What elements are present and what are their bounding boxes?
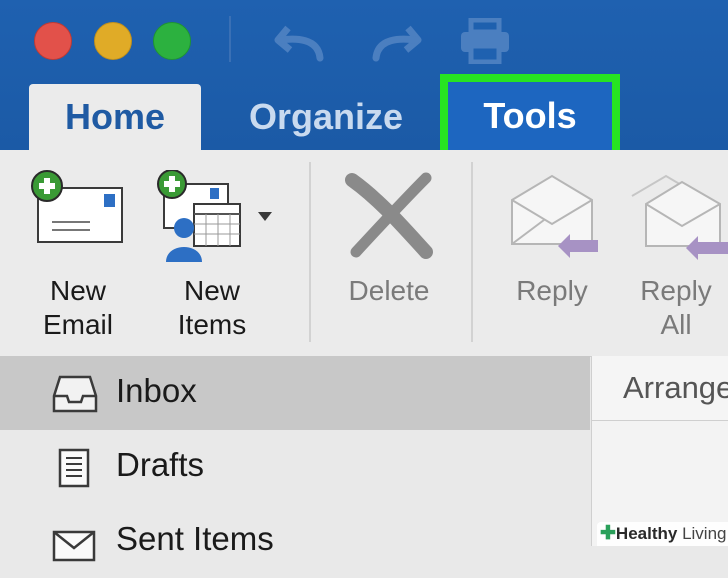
folder-drafts[interactable]: Drafts [0,430,590,504]
message-list: Arrange By [591,356,728,546]
new-email-label-line1: New [49,275,106,306]
sent-items-icon [52,530,96,562]
folder-sent-items-label: Sent Items [116,520,274,557]
arrange-by-label: Arrange By [623,370,728,405]
delete-button[interactable]: Delete [330,170,448,350]
cross-icon: ✚ [600,523,616,544]
new-email-icon [31,170,123,243]
new-items-dropdown-icon [258,212,272,221]
inbox-icon [52,375,98,413]
delete-icon [345,172,433,259]
tab-home[interactable]: Home [29,84,201,150]
print-icon[interactable] [458,18,512,64]
redo-icon[interactable] [368,20,422,64]
new-email-label-line2: Email [42,309,113,340]
close-window-button[interactable] [34,22,72,60]
folder-inbox[interactable]: Inbox [0,356,590,430]
folder-drafts-label: Drafts [116,446,205,483]
reply-all-label-line2: All [660,309,692,340]
ribbon-separator [471,162,473,342]
ribbon-toolbar: New Email New Items Delete Reply Reply A… [0,150,728,357]
new-items-label: New Items [150,274,274,342]
tab-home-label: Home [64,96,166,137]
new-email-button[interactable]: New Email [28,170,128,350]
new-items-label-line2: Items [177,309,247,340]
folder-pane: Inbox Drafts Sent Items [0,356,590,562]
undo-icon[interactable] [274,20,328,64]
reply-icon [511,174,598,258]
folder-sent-items[interactable]: Sent Items [0,504,590,578]
arrange-by-header[interactable]: Arrange By [592,356,728,421]
new-email-label: New Email [22,274,134,342]
new-items-button[interactable]: New Items [150,169,280,350]
ribbon-separator [309,162,311,342]
tab-tools[interactable]: Tools [440,74,620,158]
tab-organize-label: Organize [248,96,404,137]
watermark-logo: ✚Healthy Living [597,522,728,546]
folder-inbox-label: Inbox [116,372,197,409]
reply-all-icon [631,174,728,260]
new-items-label-line1: New [183,275,240,306]
reply-all-label-line1: Reply [640,275,712,306]
new-items-icon [157,169,272,262]
minimize-window-button[interactable] [94,22,132,60]
reply-label: Reply [516,275,588,306]
tab-tools-label: Tools [483,95,577,136]
drafts-icon [58,448,90,488]
reply-button[interactable]: Reply [500,170,604,350]
watermark-brand-suffix: Living [677,524,727,543]
toolbar-divider [229,16,231,62]
reply-all-label: Reply All [618,274,728,342]
tab-organize[interactable]: Organize [228,84,424,150]
zoom-window-button[interactable] [153,22,191,60]
reply-all-button[interactable]: Reply All [626,170,728,350]
watermark-brand: Healthy [615,524,678,543]
delete-label: Delete [348,275,430,306]
